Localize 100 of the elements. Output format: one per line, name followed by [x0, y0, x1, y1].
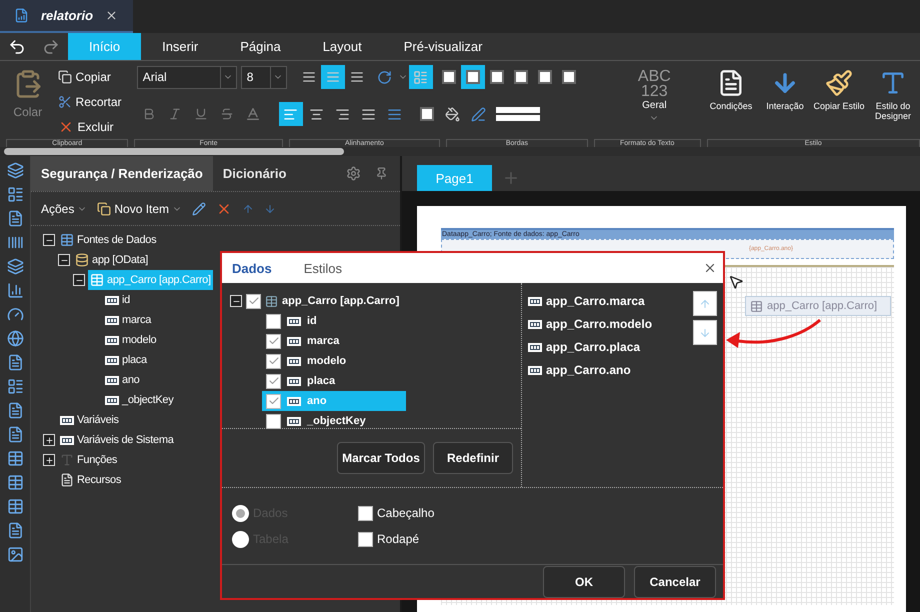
border-button[interactable]	[460, 65, 485, 89]
close-icon[interactable]	[105, 9, 118, 22]
globe-icon[interactable]	[6, 330, 24, 347]
tree-item[interactable]: id	[103, 290, 132, 310]
style-button[interactable]: Estilo do Designer	[866, 65, 920, 121]
cut-button[interactable]: Recortar	[58, 90, 137, 114]
actions-menu[interactable]: Ações	[41, 202, 88, 216]
document-icon[interactable]	[6, 354, 24, 371]
gauge-icon[interactable]	[6, 306, 24, 323]
list-icon[interactable]	[6, 186, 24, 203]
column-item[interactable]: app_Carro.marca	[528, 291, 693, 311]
field-icon	[105, 316, 119, 324]
style-button[interactable]: Copiar Estilo	[812, 65, 866, 111]
settings-icon[interactable]	[346, 166, 361, 181]
align-left-button[interactable]	[278, 102, 303, 126]
tree-item[interactable]: app [OData]	[73, 250, 150, 270]
checkbox-option[interactable]: Cabeçalho	[358, 500, 723, 526]
copy-icon	[58, 70, 72, 84]
scrollbar-thumb[interactable]	[4, 148, 344, 155]
edit-icon[interactable]	[192, 202, 206, 216]
checkbox[interactable]	[266, 334, 281, 348]
column-item[interactable]: app_Carro.modelo	[528, 314, 693, 334]
document-icon[interactable]	[6, 426, 24, 443]
paste-button[interactable]: Colar	[6, 65, 50, 139]
panel-tab[interactable]: Segurança / Renderização	[31, 156, 213, 191]
tree-item[interactable]: Variáveis	[58, 410, 121, 430]
field-item[interactable]: _objectKey	[262, 411, 406, 431]
checkbox[interactable]	[266, 394, 281, 408]
expand-toggle[interactable]	[43, 234, 55, 246]
table-icon[interactable]	[6, 498, 24, 515]
checkbox[interactable]	[246, 294, 261, 308]
dialog-button[interactable]: Marcar Todos	[337, 442, 425, 474]
checkbox[interactable]	[266, 314, 281, 328]
text-format-button[interactable]: ABC 123 Geral	[622, 65, 686, 139]
column-item[interactable]: app_Carro.ano	[528, 360, 693, 380]
checkbox-option[interactable]: Rodapé	[358, 526, 723, 552]
lines-icon	[326, 70, 340, 84]
delete-button[interactable]: Excluir	[58, 114, 137, 140]
close-icon[interactable]	[703, 261, 717, 275]
expand-toggle[interactable]	[73, 274, 85, 286]
field-icon	[105, 376, 119, 384]
drag-item: app_Carro [app.Carro]	[745, 296, 891, 316]
table-icon[interactable]	[6, 450, 24, 467]
document-tab[interactable]: relatorio	[0, 0, 133, 33]
pin-icon[interactable]	[375, 167, 388, 180]
tree-item[interactable]: Recursos	[58, 470, 124, 490]
dialog-button[interactable]: Cancelar	[634, 566, 716, 598]
list-icon[interactable]	[6, 378, 24, 395]
dialog-tab[interactable]: Dados	[232, 260, 272, 276]
ribbon-tab[interactable]: Layout	[302, 33, 383, 60]
tree-item[interactable]: placa	[103, 350, 149, 370]
align-middle-button[interactable]	[320, 65, 345, 89]
ribbon-tab[interactable]: Página	[219, 33, 302, 60]
document-icon[interactable]	[6, 210, 24, 227]
wrap-text-button[interactable]	[408, 65, 433, 89]
expand-toggle[interactable]	[230, 295, 242, 307]
field-icon	[105, 356, 119, 364]
lines-icon	[302, 70, 316, 84]
tree-item[interactable]: Funções	[58, 450, 120, 470]
field-icon	[528, 320, 542, 328]
style-button[interactable]: Interação	[758, 65, 812, 111]
style-button[interactable]: Condições	[704, 65, 758, 111]
document-icon[interactable]	[6, 522, 24, 539]
expand-toggle[interactable]	[58, 254, 70, 266]
tree-item[interactable]: Fontes de Dados	[58, 230, 158, 250]
copy-button[interactable]: Copiar	[58, 65, 137, 90]
layers-icon[interactable]	[6, 162, 24, 179]
font-family-select[interactable]: Arial	[136, 66, 237, 88]
field-icon	[105, 336, 119, 344]
ribbon-tab[interactable]: Inserir	[141, 33, 220, 60]
field-item[interactable]: id	[262, 311, 406, 331]
field-icon	[287, 416, 301, 426]
column-item[interactable]: app_Carro.placa	[528, 337, 693, 357]
checkbox[interactable]	[266, 414, 281, 428]
expand-toggle[interactable]	[43, 454, 55, 466]
chart-icon[interactable]	[6, 282, 24, 299]
dialog-button[interactable]: Redefinir	[433, 442, 513, 474]
checkbox[interactable]	[266, 354, 281, 368]
tree-item[interactable]: ano	[103, 370, 142, 390]
dialog-tab[interactable]: Estilos	[304, 260, 342, 276]
dialog-button[interactable]: OK	[543, 566, 625, 598]
field-item[interactable]: placa	[262, 371, 406, 391]
table-icon[interactable]	[6, 474, 24, 491]
expand-toggle[interactable]	[43, 434, 55, 446]
tree-item[interactable]: _objectKey	[103, 390, 176, 410]
layers-icon[interactable]	[6, 258, 24, 275]
paint-bucket-icon	[445, 106, 460, 122]
font-size-select[interactable]: 8	[240, 66, 287, 88]
document-icon[interactable]	[6, 402, 24, 419]
checkbox[interactable]	[266, 374, 281, 388]
field-item[interactable]: marca	[262, 331, 406, 351]
panel-tab[interactable]: Dicionário	[212, 156, 296, 191]
field-item[interactable]: modelo	[262, 351, 406, 371]
barcode-icon[interactable]	[6, 234, 24, 251]
image-icon[interactable]	[6, 546, 24, 563]
ribbon-tab[interactable]: Pré-visualizar	[382, 33, 504, 60]
tree-item[interactable]: modelo	[103, 330, 158, 350]
new-item-menu[interactable]: Novo Item	[97, 202, 182, 216]
tree-item[interactable]: marca	[103, 310, 154, 330]
tree-item[interactable]: Variáveis de Sistema	[58, 430, 176, 450]
